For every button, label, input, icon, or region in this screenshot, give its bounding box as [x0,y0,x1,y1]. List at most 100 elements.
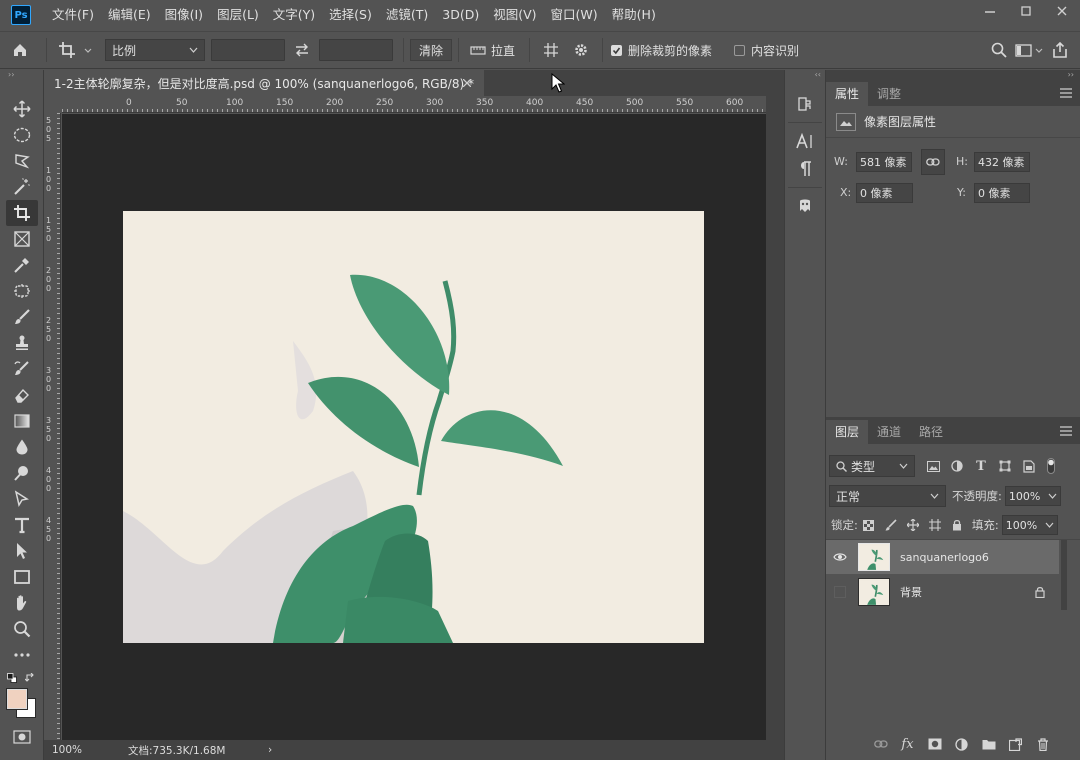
delete-cropped-checkbox[interactable] [611,44,623,56]
menu-help[interactable]: 帮助(H) [605,0,663,30]
dodge-icon[interactable] [0,460,44,486]
vertical-scrollbar[interactable] [766,96,784,740]
horizontal-ruler[interactable]: 0 50 100 150 200 250 300 350 400 450 500 550 600 [62,96,766,113]
lock-position-icon[interactable] [902,515,924,535]
move-icon[interactable] [0,96,44,122]
close-tab-icon[interactable] [460,76,474,90]
tab-paths[interactable]: 路径 [910,420,952,444]
menu-window[interactable]: 窗口(W) [544,0,605,30]
crop-icon[interactable] [6,200,38,226]
foreground-color-swatch[interactable] [6,688,28,710]
menu-select[interactable]: 选择(S) [322,0,379,30]
layers-scrollbar[interactable] [1061,540,1067,610]
eraser-icon[interactable] [0,382,44,408]
pen-icon[interactable] [0,486,44,512]
width-input[interactable]: 581 像素 [856,152,912,172]
gradient-icon[interactable] [0,408,44,434]
x-input[interactable]: 0 像素 [856,183,913,203]
visibility-toggle[interactable] [826,575,854,609]
type-icon[interactable] [0,512,44,538]
lasso-icon[interactable] [0,148,44,174]
layer-name[interactable]: sanquanerlogo6 [900,551,989,564]
straighten-icon[interactable] [465,38,491,62]
crop-preset-picker[interactable] [53,35,99,65]
history-panel-icon[interactable] [785,90,825,118]
menu-layer[interactable]: 图层(L) [210,0,266,30]
content-aware-checkbox[interactable] [734,44,746,56]
tab-layers[interactable]: 图层 [826,420,869,444]
hand-icon[interactable] [0,590,44,616]
filter-smart-object-icon[interactable] [1017,455,1041,477]
lock-pixels-icon[interactable] [880,515,902,535]
share-icon[interactable] [1046,38,1074,62]
menu-type[interactable]: 文字(Y) [266,0,322,30]
link-icon[interactable] [921,149,945,175]
opacity-input[interactable]: 100% [1004,486,1061,506]
menu-image[interactable]: 图像(I) [158,0,210,30]
clear-button[interactable]: 清除 [410,39,453,61]
swap-icon[interactable] [285,38,319,62]
y-input[interactable]: 0 像素 [974,183,1030,203]
tab-properties[interactable]: 属性 [826,82,869,106]
search-icon[interactable] [986,38,1012,62]
zoom-level[interactable]: 100% [44,744,104,756]
document-image[interactable] [123,211,704,643]
filter-pixel-icon[interactable] [921,455,945,477]
collapse-icon[interactable]: ›› [826,70,1080,82]
path-select-icon[interactable] [0,538,44,564]
fx-icon[interactable]: fx [894,734,921,754]
rectangle-icon[interactable] [0,564,44,590]
more-icon[interactable] [0,642,44,668]
patch-icon[interactable] [0,278,44,304]
layer-name[interactable]: 背景 [900,584,922,600]
minimize-icon[interactable] [972,0,1008,22]
vertical-ruler[interactable]: 505100150200250300350400450 [44,113,61,740]
lock-transparent-icon[interactable] [858,515,880,535]
eyedropper-icon[interactable] [0,252,44,278]
status-menu-icon[interactable]: › [268,744,272,756]
ratio-height-input[interactable] [319,39,393,61]
swap-colors-icon[interactable] [24,672,36,684]
menu-file[interactable]: 文件(F) [45,0,101,30]
filter-toggle-icon[interactable] [1041,455,1061,477]
trash-icon[interactable] [1029,734,1056,754]
character-panel-icon[interactable] [785,127,825,155]
height-input[interactable]: 432 像素 [974,152,1030,172]
link-layers-icon[interactable] [867,734,894,754]
blur-icon[interactable] [0,434,44,460]
frame-icon[interactable] [0,226,44,252]
menu-view[interactable]: 视图(V) [486,0,543,30]
ratio-width-input[interactable] [211,39,285,61]
menu-edit[interactable]: 编辑(E) [101,0,158,30]
tab-adjustments[interactable]: 调整 [868,82,910,106]
panel-menu-icon[interactable] [1060,426,1072,436]
folder-icon[interactable] [975,734,1002,754]
close-icon[interactable] [1044,0,1080,22]
filter-type-icon[interactable]: T [969,455,993,477]
content-aware-option[interactable]: 内容识别 [734,42,799,59]
actions-panel-icon[interactable] [785,192,825,220]
add-mask-icon[interactable] [921,734,948,754]
menu-3d[interactable]: 3D(D) [435,0,486,30]
lock-all-icon[interactable] [946,515,968,535]
layer-row[interactable]: sanquanerlogo6 [826,540,1059,574]
filter-kind-select[interactable]: 类型 [829,455,915,477]
restore-icon[interactable] [1008,0,1044,22]
layer-row[interactable]: 背景 [826,575,1080,609]
delete-cropped-option[interactable]: 删除裁剪的像素 [611,42,712,59]
filter-shape-icon[interactable] [993,455,1017,477]
ratio-select[interactable]: 比例 [105,39,205,61]
ellipse-marquee-icon[interactable] [0,122,44,148]
grid-overlay-icon[interactable] [536,38,566,62]
history-brush-icon[interactable] [0,356,44,382]
collapse-icon[interactable]: ›› [0,70,43,84]
clone-stamp-icon[interactable] [0,330,44,356]
default-colors-icon[interactable] [6,672,18,684]
quick-mask-icon[interactable] [12,728,32,746]
workspace-icon[interactable] [1012,38,1046,62]
panel-menu-icon[interactable] [1060,88,1072,98]
brush-icon[interactable] [0,304,44,330]
straighten-button[interactable]: 拉直 [491,39,523,61]
eye-icon[interactable] [826,540,854,574]
magic-wand-icon[interactable] [0,174,44,200]
